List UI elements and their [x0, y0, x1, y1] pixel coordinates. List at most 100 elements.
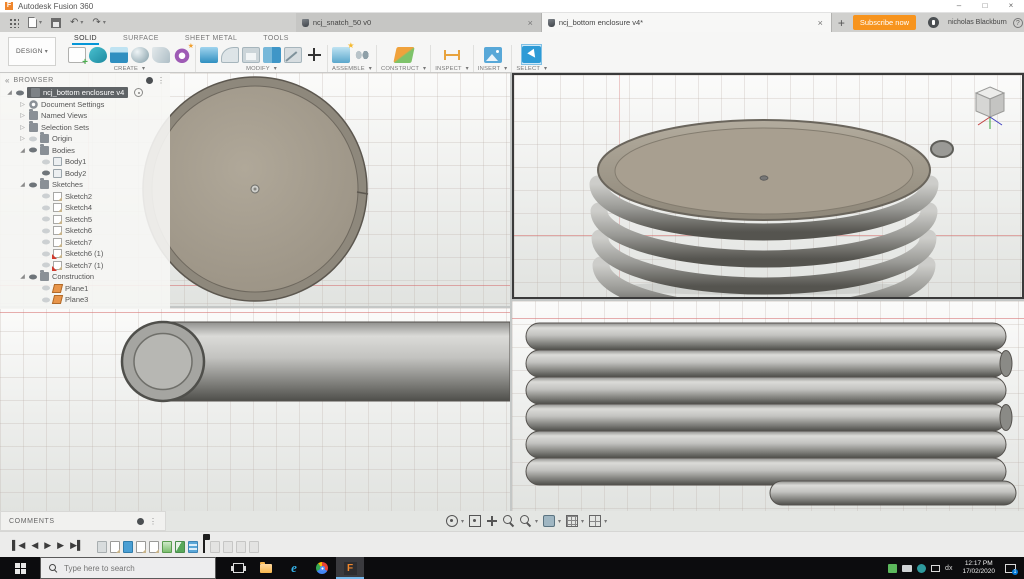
browser-item[interactable]: Sketch6 (1) [0, 248, 170, 260]
collapse-panel-icon[interactable]: « [5, 76, 9, 85]
comments-menu-icon[interactable]: ⋮ [149, 517, 157, 526]
document-tab[interactable]: ncj_bottom enclosure v4*× [542, 13, 832, 32]
browser-item[interactable]: ▷Named Views [0, 110, 170, 122]
browser-item[interactable]: Body2 [0, 168, 170, 180]
browser-item[interactable]: Sketch4 [0, 202, 170, 214]
redo-icon-button[interactable]: ↷▾ [92, 15, 105, 30]
visibility-eye-icon[interactable] [42, 228, 50, 233]
timeline-sketch-icon[interactable] [236, 541, 246, 553]
create-form-icon[interactable] [89, 47, 107, 63]
chrome-taskbar-button[interactable] [308, 557, 336, 579]
select-icon[interactable] [522, 46, 541, 63]
taskbar-clock[interactable]: 12:17 PM 17/02/2020 [958, 560, 999, 576]
browser-item[interactable]: Plane1 [0, 283, 170, 295]
visibility-eye-icon[interactable] [29, 148, 37, 153]
visibility-eye-icon[interactable] [42, 171, 50, 176]
browser-item[interactable]: Sketch7 (1) [0, 260, 170, 272]
ribbon-tab-surface[interactable]: SURFACE [121, 33, 161, 45]
zoom-window-button[interactable]: ▾ [520, 515, 538, 527]
extrude-icon[interactable] [110, 47, 128, 63]
browser-item[interactable]: ▷Document Settings [0, 99, 170, 111]
browser-item[interactable]: Body1 [0, 156, 170, 168]
visibility-eye-icon[interactable] [42, 251, 50, 256]
go-to-start-icon[interactable]: ▌◀ [12, 538, 25, 552]
zoom-button[interactable] [503, 515, 515, 527]
ribbon-tab-solid[interactable]: SOLID [72, 33, 99, 45]
timeline-sketch-icon[interactable] [136, 541, 146, 553]
shell-icon[interactable] [242, 47, 260, 63]
visibility-eye-icon[interactable] [29, 136, 37, 141]
save-icon-button[interactable] [51, 15, 61, 30]
step-forward-icon[interactable]: ▶ [57, 538, 64, 552]
ribbon-group-label[interactable]: MODIFY ▾ [246, 65, 277, 72]
browser-item[interactable]: Plane3 [0, 294, 170, 306]
browser-item[interactable]: Sketch2 [0, 191, 170, 203]
document-tab[interactable]: ncj_snatch_50 v0× [296, 13, 542, 32]
timeline-playhead[interactable] [203, 535, 205, 553]
tree-expanded-icon[interactable]: ◢ [19, 181, 26, 188]
tree-collapsed-icon[interactable]: ▷ [19, 101, 26, 108]
step-back-icon[interactable]: ◀ [31, 538, 38, 552]
app-grid-icon-button[interactable] [9, 15, 19, 30]
close-button[interactable]: × [998, 0, 1024, 12]
browser-item[interactable]: ▷Origin [0, 133, 170, 145]
display-settings-button[interactable]: ▾ [543, 515, 561, 527]
file-menu-icon-button[interactable]: ▾ [28, 15, 42, 30]
action-center-icon[interactable] [1005, 564, 1016, 573]
play-icon[interactable]: ▶ [44, 538, 51, 552]
ribbon-group-label[interactable]: INSERT ▾ [478, 65, 507, 72]
ribbon-tab-tools[interactable]: TOOLS [261, 33, 291, 45]
ribbon-group-label[interactable]: INSPECT ▾ [435, 65, 469, 72]
insert-image-icon[interactable] [484, 47, 502, 63]
search-input[interactable] [64, 564, 194, 573]
timeline-sketch-icon[interactable] [149, 541, 159, 553]
browser-item[interactable]: ◢ncj_bottom enclosure v4 [0, 87, 170, 99]
browser-item[interactable]: ▷Selection Sets [0, 122, 170, 134]
construction-plane-icon[interactable] [393, 47, 414, 63]
timeline-sketch-icon[interactable] [210, 541, 220, 553]
visibility-eye-icon[interactable] [42, 159, 50, 164]
comments-bar[interactable]: COMMENTS ⋮ [0, 511, 166, 531]
minimize-button[interactable]: – [946, 0, 972, 12]
browser-item[interactable]: Sketch7 [0, 237, 170, 249]
maximize-button[interactable]: □ [972, 0, 998, 12]
measure-icon[interactable] [443, 47, 461, 63]
offset-face-icon[interactable] [284, 47, 302, 63]
tab-close-icon[interactable]: × [526, 18, 535, 28]
tree-expanded-icon[interactable]: ◢ [19, 273, 26, 280]
browser-menu-icon[interactable]: ⋮ [157, 76, 165, 85]
tree-expanded-icon[interactable]: ◢ [19, 147, 26, 154]
comments-dot-icon[interactable] [137, 518, 144, 525]
tray-battery-icon[interactable] [902, 565, 912, 572]
revolve-icon[interactable] [131, 47, 149, 63]
press-pull-icon[interactable] [200, 47, 218, 63]
visibility-eye-icon[interactable] [16, 90, 24, 95]
ribbon-group-label[interactable]: CONSTRUCT ▾ [381, 65, 426, 72]
subscribe-button[interactable]: Subscribe now [853, 15, 916, 30]
undo-icon-button[interactable]: ↶▾ [70, 15, 83, 30]
visibility-eye-icon[interactable] [42, 194, 50, 199]
timeline-coil-icon[interactable] [188, 541, 198, 553]
visibility-eye-icon[interactable] [42, 205, 50, 210]
viewport-bottom-left[interactable] [0, 308, 510, 511]
coil-icon[interactable] [173, 47, 191, 63]
component-activate-icon[interactable] [134, 88, 143, 97]
tray-volume-icon[interactable]: dx [945, 564, 952, 573]
look-at-button[interactable] [469, 515, 481, 527]
sweep-icon[interactable] [152, 47, 170, 63]
timeline-extrude-icon[interactable] [123, 541, 133, 553]
joint-icon[interactable] [353, 47, 371, 63]
tree-collapsed-icon[interactable]: ▷ [19, 124, 26, 131]
tree-collapsed-icon[interactable]: ▷ [19, 135, 26, 142]
tab-close-icon[interactable]: × [816, 18, 825, 28]
timeline-extrude-icon[interactable] [223, 541, 233, 553]
timeline-sweep-icon[interactable] [175, 541, 185, 553]
new-tab-button[interactable]: + [838, 16, 845, 30]
notifications-icon[interactable] [928, 17, 939, 28]
ribbon-group-label[interactable]: CREATE ▾ [114, 65, 145, 72]
visibility-eye-icon[interactable] [29, 182, 37, 187]
combine-icon[interactable] [263, 47, 281, 63]
browser-item[interactable]: ◢Sketches [0, 179, 170, 191]
tray-app-icon[interactable] [888, 564, 897, 573]
timeline-box-icon[interactable] [97, 541, 107, 553]
